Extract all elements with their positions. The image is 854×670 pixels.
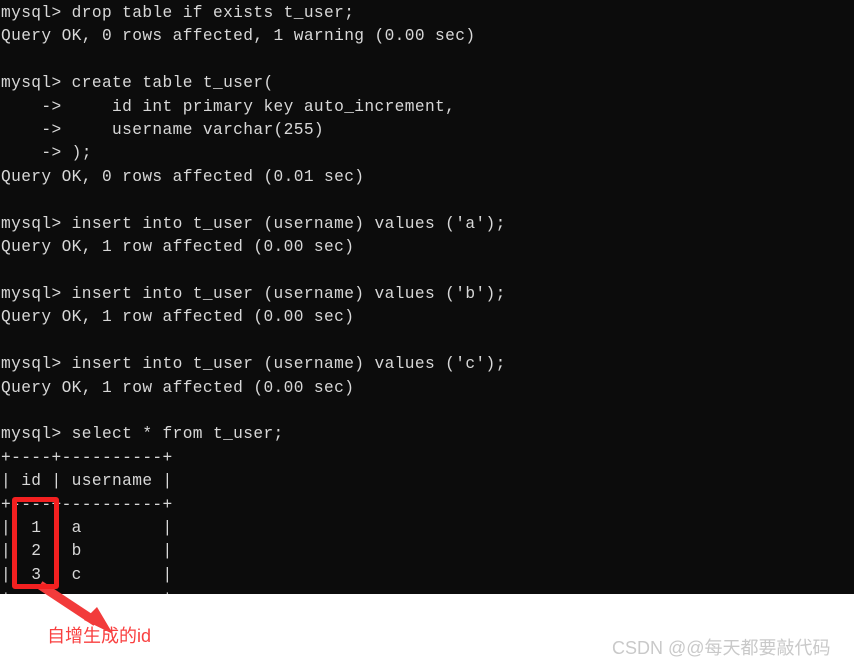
terminal-output-text: mysql> drop table if exists t_user; Quer…: [1, 4, 506, 594]
csdn-watermark: CSDN @@每天都要敲代码: [612, 638, 831, 658]
id-column-highlight-box: [12, 497, 59, 589]
screenshot-root: mysql> drop table if exists t_user; Quer…: [0, 0, 854, 670]
annotation-label: 自增生成的id: [47, 626, 152, 646]
mysql-terminal-window[interactable]: mysql> drop table if exists t_user; Quer…: [0, 0, 854, 594]
